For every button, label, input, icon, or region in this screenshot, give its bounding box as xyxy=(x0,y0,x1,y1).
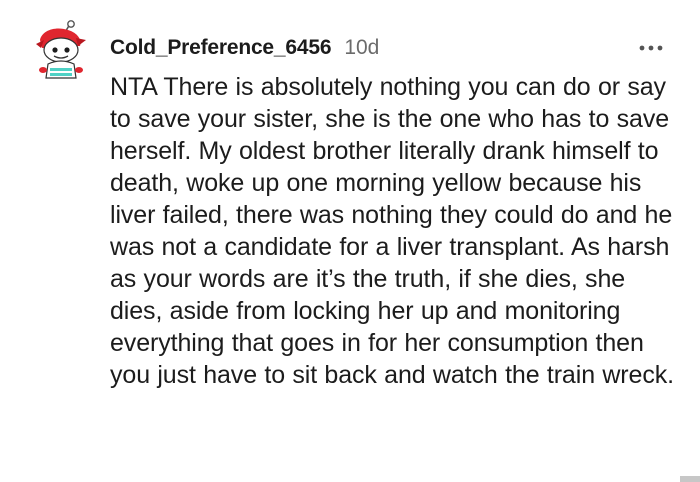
snoo-avatar-icon xyxy=(36,20,86,79)
comment: Cold_Preference_6456 10d NTA There is ab… xyxy=(0,0,700,482)
scroll-indicator xyxy=(680,476,700,482)
comment-body: NTA There is absolutely nothing you can … xyxy=(110,73,674,389)
comment-header: Cold_Preference_6456 10d xyxy=(110,34,379,62)
user-avatar[interactable] xyxy=(32,20,88,80)
more-horizontal-icon xyxy=(639,45,663,51)
comment-age: 10d xyxy=(344,36,380,59)
more-options-button[interactable] xyxy=(636,38,666,58)
username-link[interactable]: Cold_Preference_6456 xyxy=(110,36,332,60)
